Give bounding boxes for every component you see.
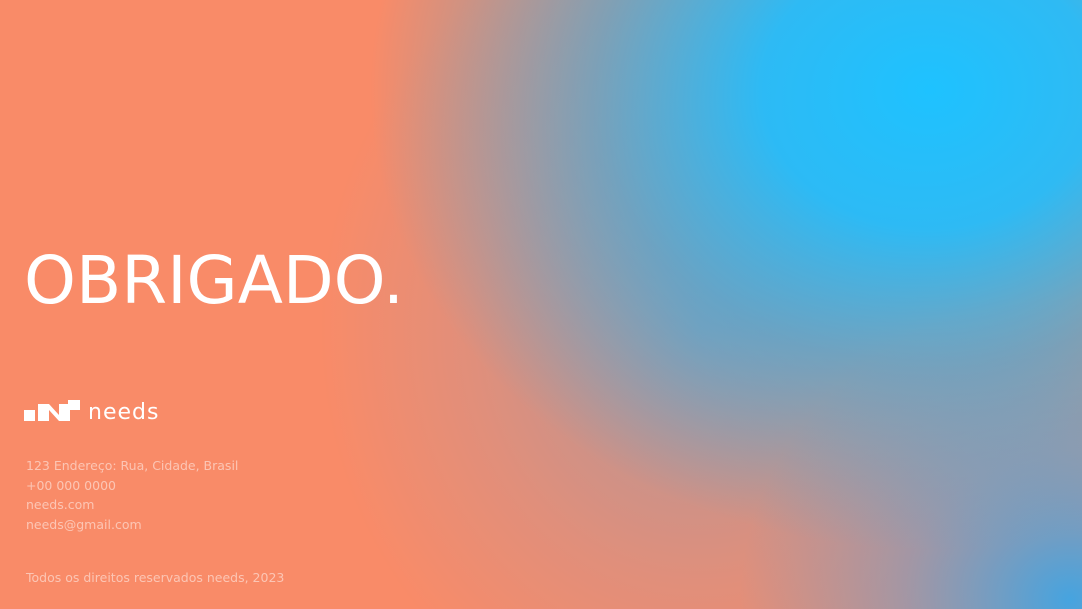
brand-logo: needs — [24, 396, 159, 430]
contact-website: needs.com — [26, 497, 95, 512]
needs-logo-mark-icon — [24, 400, 80, 421]
contact-info: 123 Endereço: Rua, Cidade, Brasil +00 00… — [26, 456, 238, 534]
slide-title: OBRIGADO. — [24, 242, 404, 319]
thank-you-slide: OBRIGADO. needs 123 Endereço: Rua, Cidad… — [0, 0, 1082, 609]
copyright-footer: Todos os direitos reservados needs, 2023 — [26, 570, 285, 585]
contact-email: needs@gmail.com — [26, 516, 142, 532]
brand-name: needs — [88, 400, 160, 425]
contact-phone: +00 000 0000 — [26, 477, 116, 493]
contact-address: 123 Endereço: Rua, Cidade, Brasil — [26, 458, 239, 473]
